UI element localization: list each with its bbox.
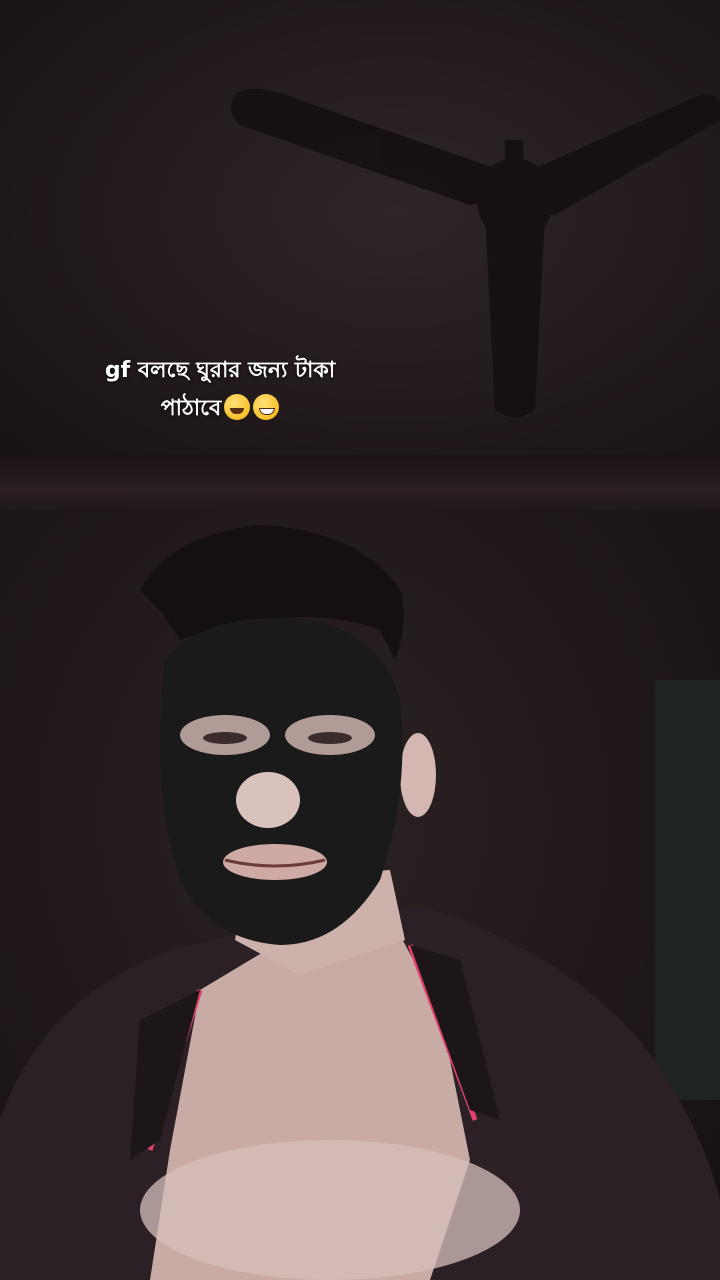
blurred-hand	[140, 1140, 520, 1280]
video-frame: gf বলছে ঘুরার জন্য টাকা পাঠাবে	[0, 0, 720, 1280]
caption-line-2-text: পাঠাবে	[160, 396, 222, 421]
caption-line-1: gf বলছে ঘুরার জন্য টাকা	[104, 358, 336, 383]
person	[0, 525, 720, 1280]
caption-overlay: gf বলছে ঘুরার জন্য টাকা পাঠাবে	[60, 352, 380, 428]
grinning-face-emoji-icon	[253, 394, 280, 420]
caption-line-2: পাঠাবে	[60, 390, 380, 428]
smiling-face-emoji-icon	[224, 394, 251, 420]
